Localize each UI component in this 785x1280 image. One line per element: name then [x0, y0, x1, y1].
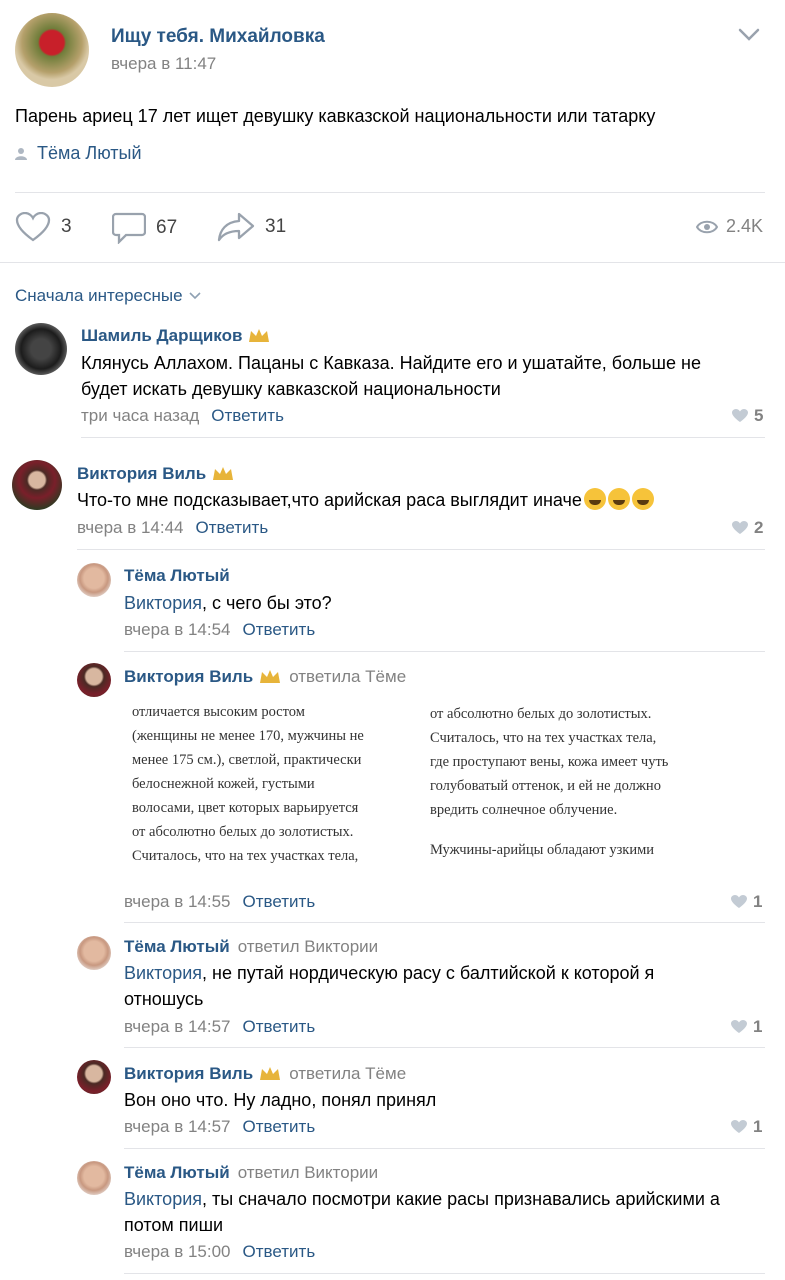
- comment-like-button[interactable]: 2: [732, 518, 763, 538]
- group-title[interactable]: Ищу тебя. Михайловка: [111, 26, 325, 48]
- comment-like-button[interactable]: 5: [732, 406, 763, 426]
- heart-icon: [732, 521, 748, 534]
- comment-time[interactable]: вчера в 15:00: [124, 1242, 231, 1262]
- divider: [81, 437, 765, 438]
- like-count: 3: [61, 216, 72, 237]
- comment-author[interactable]: Виктория Виль ответила Тёме: [124, 1064, 406, 1084]
- reply-button[interactable]: Ответить: [196, 518, 269, 538]
- sweat-smile-emoji: [607, 488, 630, 510]
- comment-text: Вон оно что. Ну ладно, понял принял: [124, 1090, 437, 1110]
- chevron-down-icon: [188, 292, 201, 300]
- attached-image-right[interactable]: от абсолютно белых до золотистых. Считал…: [424, 700, 724, 882]
- comment-author[interactable]: Виктория Виль: [77, 464, 234, 484]
- crown-icon: [249, 329, 270, 342]
- comment-meta: вчера в 14:57 Ответить: [124, 1117, 315, 1137]
- comment-meta: три часа назад Ответить: [81, 406, 284, 426]
- comment-author[interactable]: Тёма Лютый ответил Виктории: [124, 937, 378, 957]
- comment-time[interactable]: вчера в 14:55: [124, 892, 231, 912]
- share-icon: [217, 212, 255, 242]
- reply-button[interactable]: Ответить: [243, 1017, 316, 1037]
- comment-meta: вчера в 15:00 Ответить: [124, 1242, 315, 1262]
- comment-time[interactable]: три часа назад: [81, 406, 199, 426]
- heart-icon: [15, 212, 51, 242]
- post-author-name: Тёма Лютый: [37, 143, 142, 163]
- attached-image-left[interactable]: отличается высоким ростом (женщины не ме…: [124, 700, 414, 882]
- heart-icon: [731, 1020, 747, 1033]
- crown-icon: [213, 467, 234, 480]
- comment-count: 67: [156, 217, 178, 238]
- image-text: от абсолютно белых до золотистых. Считал…: [430, 706, 669, 858]
- post-time[interactable]: вчера в 11:47: [111, 54, 216, 74]
- comment-meta: вчера в 14:57 Ответить: [124, 1017, 315, 1037]
- reply-button[interactable]: Ответить: [243, 620, 316, 640]
- addressee-link[interactable]: Виктория: [124, 1189, 202, 1209]
- avatar[interactable]: [77, 1060, 111, 1094]
- divider: [15, 192, 765, 193]
- divider: [124, 1273, 765, 1274]
- comment-meta: вчера в 14:54 Ответить: [124, 620, 315, 640]
- reply-button[interactable]: Ответить: [211, 406, 284, 426]
- comment-author[interactable]: Шамиль Дарщиков: [81, 326, 270, 346]
- heart-icon: [731, 895, 747, 908]
- comment-meta: вчера в 14:55 Ответить: [124, 892, 315, 912]
- divider: [124, 1148, 765, 1149]
- divider: [124, 651, 765, 652]
- post-author[interactable]: Тёма Лютый: [15, 143, 142, 164]
- sweat-smile-emoji: [583, 488, 606, 510]
- share-button[interactable]: 31: [217, 212, 286, 242]
- eye-icon: [696, 220, 718, 233]
- comment-text: Виктория, ты сначало посмотри какие расы…: [124, 1189, 720, 1235]
- divider: [0, 262, 785, 263]
- group-avatar[interactable]: [15, 13, 89, 87]
- like-button[interactable]: 3: [15, 212, 72, 242]
- comment-like-button[interactable]: 1: [731, 1017, 762, 1037]
- divider: [124, 1047, 765, 1048]
- avatar[interactable]: [77, 936, 111, 970]
- reply-button[interactable]: Ответить: [243, 1117, 316, 1137]
- avatar[interactable]: [77, 1161, 111, 1195]
- reply-button[interactable]: Ответить: [243, 892, 316, 912]
- share-count: 31: [265, 216, 287, 237]
- comment-time[interactable]: вчера в 14:57: [124, 1017, 231, 1037]
- avatar[interactable]: [12, 460, 62, 510]
- image-text: отличается высоким ростом (женщины не ме…: [132, 704, 364, 864]
- avatar[interactable]: [15, 323, 67, 375]
- crown-icon: [260, 1067, 281, 1080]
- comment-text: Клянусь Аллахом. Пацаны с Кавказа. Найди…: [81, 353, 701, 399]
- divider: [77, 549, 765, 550]
- sort-label: Сначала интересные: [15, 286, 183, 305]
- divider: [124, 922, 765, 923]
- comment-like-button[interactable]: 1: [731, 892, 762, 912]
- comment-author[interactable]: Тёма Лютый: [124, 566, 230, 586]
- comment-meta: вчера в 14:44 Ответить: [77, 518, 268, 538]
- chevron-down-icon[interactable]: [738, 28, 760, 42]
- addressee-link[interactable]: Виктория: [124, 593, 202, 613]
- comment-author[interactable]: Виктория Виль ответила Тёме: [124, 667, 406, 687]
- views-count: 2.4K: [726, 216, 764, 236]
- avatar[interactable]: [77, 563, 111, 597]
- comment-time[interactable]: вчера в 14:44: [77, 518, 184, 538]
- sort-dropdown[interactable]: Сначала интересные: [15, 286, 201, 306]
- comment-time[interactable]: вчера в 14:57: [124, 1117, 231, 1137]
- comment-button[interactable]: 67: [112, 212, 177, 244]
- comment-text: Что-то мне подсказывает,что арийская рас…: [77, 487, 757, 513]
- heart-icon: [732, 409, 748, 422]
- avatar[interactable]: [77, 663, 111, 697]
- reply-button[interactable]: Ответить: [243, 1242, 316, 1262]
- post-text: Парень ариец 17 лет ищет девушку кавказс…: [15, 106, 656, 126]
- addressee-link[interactable]: Виктория: [124, 963, 202, 983]
- crown-icon: [260, 670, 281, 683]
- views-counter: 2.4K: [696, 216, 763, 237]
- comment-text: Виктория, не путай нордическую расу с ба…: [124, 963, 655, 1009]
- comment-time[interactable]: вчера в 14:54: [124, 620, 231, 640]
- comment-author[interactable]: Тёма Лютый ответил Виктории: [124, 1163, 378, 1183]
- heart-icon: [731, 1120, 747, 1133]
- comment-icon: [112, 212, 146, 244]
- person-icon: [15, 147, 27, 160]
- comment-like-button[interactable]: 1: [731, 1117, 762, 1137]
- sweat-smile-emoji: [631, 488, 654, 510]
- comment-text: Виктория, с чего бы это?: [124, 593, 332, 613]
